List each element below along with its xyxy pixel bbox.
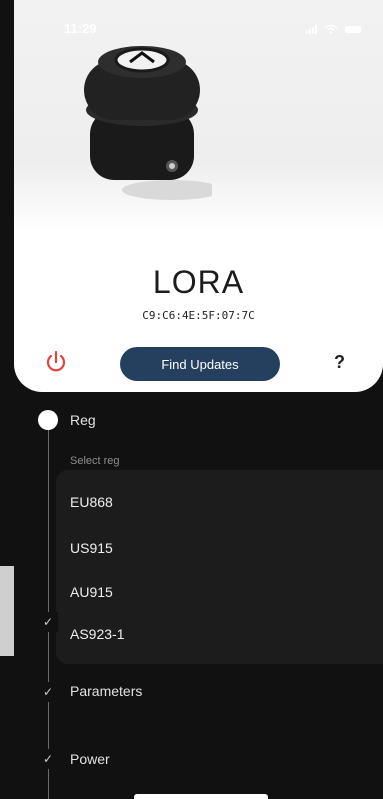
status-time: 11:29 <box>64 21 97 36</box>
device-card: 11:29 LORA C9:C6:4E:5F:07:7C Find Update… <box>14 0 383 392</box>
help-button[interactable]: ? <box>334 352 345 373</box>
battery-icon <box>345 25 361 33</box>
background-strip <box>0 566 14 656</box>
lora-sensor-image <box>84 46 212 200</box>
device-mac-address: C9:C6:4E:5F:07:7C <box>142 309 255 322</box>
power-icon[interactable] <box>44 350 68 374</box>
wifi-icon <box>324 24 338 34</box>
check-icon: ✓ <box>38 749 58 769</box>
check-icon: ✓ <box>38 682 58 702</box>
reg-option-eu868[interactable]: EU868 <box>70 494 113 510</box>
reg-option-as923-1[interactable]: AS923-1 <box>70 626 124 642</box>
device-name: LORA <box>152 264 245 300</box>
check-icon: ✓ <box>38 612 58 632</box>
reg-option-us915[interactable]: US915 <box>70 540 113 556</box>
current-step-indicator <box>38 410 58 430</box>
step-timeline <box>48 420 49 799</box>
status-bar: 11:29 <box>14 0 383 40</box>
reg-option-au915[interactable]: AU915 <box>70 584 113 600</box>
home-indicator <box>134 794 268 799</box>
step-reg-label: Reg <box>70 412 96 428</box>
step-parameters-label[interactable]: Parameters <box>70 683 142 699</box>
step-power-label[interactable]: Power <box>70 751 110 767</box>
find-updates-button[interactable]: Find Updates <box>120 347 280 381</box>
signal-icon <box>306 24 317 34</box>
select-reg-label: Select reg <box>70 455 120 467</box>
reg-options-list: EU868 US915 AU915 AS923-1 <box>56 470 383 664</box>
status-icons <box>306 24 361 34</box>
